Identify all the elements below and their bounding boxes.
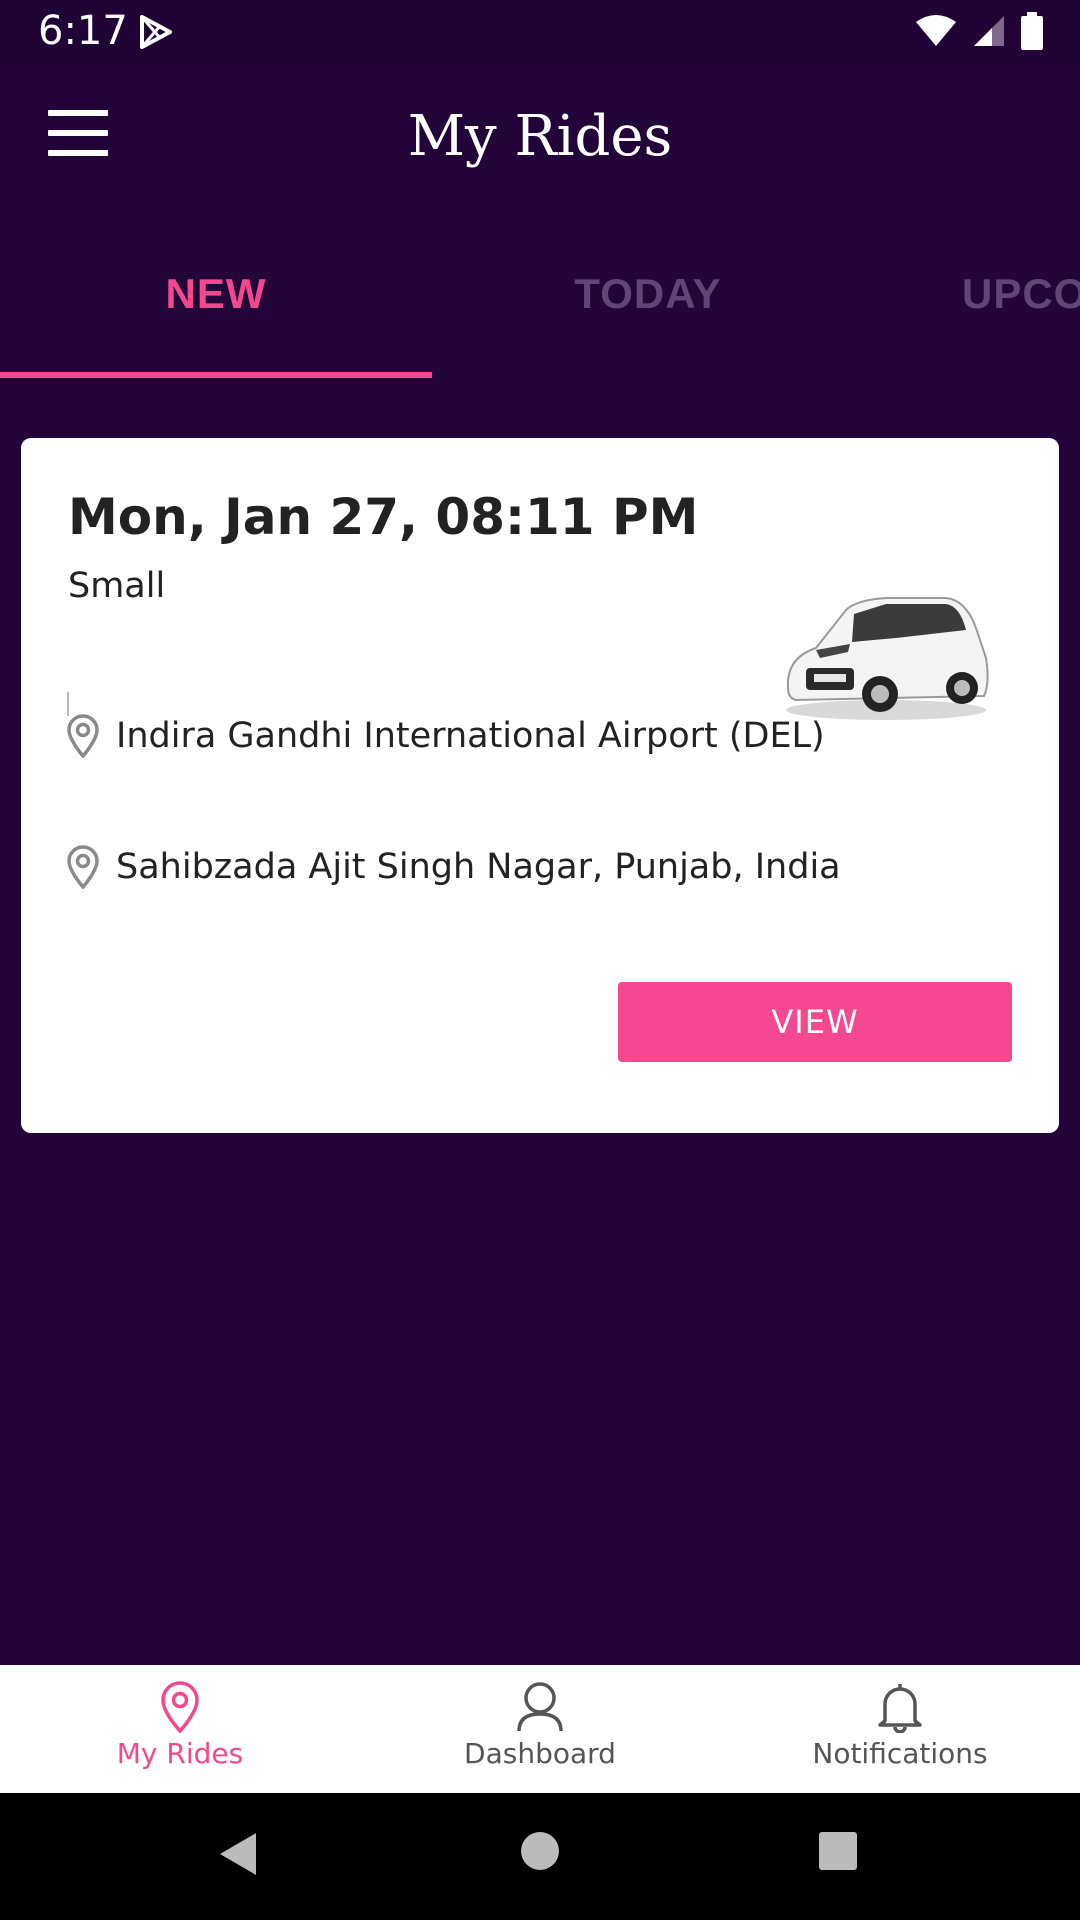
ride-card[interactable]: Mon, Jan 27, 08:11 PM Small Indira Gandh…	[21, 438, 1059, 1133]
location-pin-icon	[161, 1681, 199, 1733]
pickup-address: Indira Gandhi International Airport (DEL…	[116, 716, 825, 756]
location-pin-icon	[67, 845, 99, 889]
person-icon	[517, 1682, 563, 1732]
wifi-icon	[914, 14, 958, 53]
nav-label: My Rides	[116, 1737, 244, 1770]
pickup-location: Indira Gandhi International Airport (DEL…	[66, 714, 825, 758]
tab-upcoming[interactable]: UPCOMING	[864, 270, 1080, 318]
play-store-icon	[138, 14, 174, 55]
nav-label: Dashboard	[464, 1737, 616, 1770]
nav-notifications[interactable]: Notifications	[720, 1665, 1080, 1793]
system-nav-bar	[0, 1793, 1080, 1920]
route-connector	[67, 692, 69, 716]
status-time: 6:17	[38, 8, 128, 54]
status-bar: 6:17	[0, 0, 1080, 64]
tab-bar: NEW TODAY UPCOMING	[0, 212, 1080, 378]
nav-label: Notifications	[812, 1737, 988, 1770]
ride-car-type: Small	[68, 566, 166, 606]
home-icon[interactable]	[520, 1831, 560, 1871]
signal-icon	[972, 14, 1006, 53]
tab-indicator	[0, 372, 432, 378]
page-title: My Rides	[407, 104, 673, 169]
tab-today[interactable]: TODAY	[432, 270, 864, 318]
battery-icon	[1020, 12, 1044, 55]
location-pin-icon	[67, 714, 99, 758]
bell-icon	[878, 1684, 922, 1733]
view-button[interactable]: VIEW	[618, 982, 1012, 1062]
bottom-nav: My Rides Dashboard Notifications	[0, 1665, 1080, 1793]
nav-dashboard[interactable]: Dashboard	[360, 1665, 720, 1793]
nav-my-rides[interactable]: My Rides	[0, 1665, 360, 1793]
recents-icon[interactable]	[818, 1831, 858, 1871]
dropoff-location: Sahibzada Ajit Singh Nagar, Punjab, Indi…	[66, 845, 841, 889]
tab-new[interactable]: NEW	[0, 270, 432, 318]
app-bar: My Rides	[0, 64, 1080, 212]
ride-datetime: Mon, Jan 27, 08:11 PM	[68, 488, 699, 546]
back-icon[interactable]	[218, 1831, 258, 1877]
dropoff-address: Sahibzada Ajit Singh Nagar, Punjab, Indi…	[116, 847, 841, 887]
car-image	[776, 588, 996, 728]
